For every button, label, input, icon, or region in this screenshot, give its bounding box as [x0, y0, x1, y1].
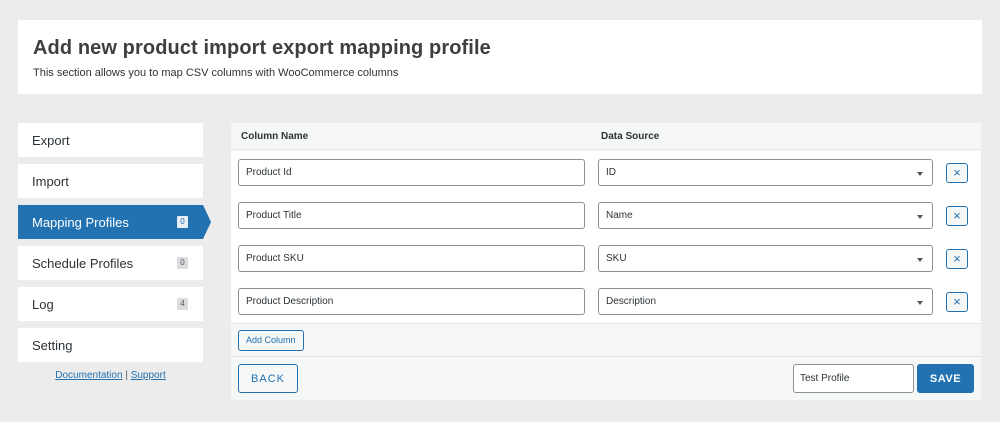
- selected-value: Name: [606, 210, 633, 221]
- data-source-header: Data Source: [601, 131, 660, 142]
- sidebar-item-label: Export: [32, 132, 70, 148]
- documentation-link[interactable]: Documentation: [55, 370, 122, 381]
- sidebar-item-setting[interactable]: Setting: [18, 328, 203, 362]
- sidebar-item-import[interactable]: Import: [18, 164, 203, 198]
- mapping-rows: ID × Name × SKU × Description: [231, 151, 981, 323]
- count-badge: 0: [177, 257, 188, 269]
- profile-name-input[interactable]: [793, 364, 914, 393]
- sidebar-links: Documentation | Support: [18, 370, 203, 381]
- column-name-header: Column Name: [241, 131, 309, 142]
- sidebar-item-export[interactable]: Export: [18, 123, 203, 157]
- count-badge: 0: [177, 216, 188, 228]
- selected-value: SKU: [606, 253, 627, 264]
- sidebar-nav: Export Import Mapping Profiles 0 Schedul…: [18, 123, 211, 369]
- save-button[interactable]: SAVE: [917, 364, 974, 393]
- column-name-input[interactable]: [238, 202, 585, 229]
- selected-value: ID: [606, 167, 616, 178]
- table-header: Column Name Data Source: [231, 123, 981, 150]
- data-source-select[interactable]: SKU: [598, 245, 933, 272]
- caret-down-icon: [917, 258, 923, 262]
- remove-row-button[interactable]: ×: [946, 249, 968, 269]
- back-button[interactable]: BACK: [238, 364, 298, 393]
- remove-row-button[interactable]: ×: [946, 206, 968, 226]
- selected-value: Description: [606, 296, 657, 307]
- sidebar-item-label: Log: [32, 296, 54, 312]
- data-source-select[interactable]: ID: [598, 159, 933, 186]
- table-row: Name ×: [231, 194, 981, 237]
- sidebar-item-log[interactable]: Log 4: [18, 287, 203, 321]
- table-row: Description ×: [231, 280, 981, 323]
- footer-actions: BACK SAVE: [231, 358, 981, 400]
- add-column-button[interactable]: Add Column: [238, 330, 304, 351]
- mapping-panel: Column Name Data Source ID × Name × SKU: [231, 123, 981, 400]
- sidebar-item-label: Mapping Profiles: [32, 214, 129, 230]
- column-name-input[interactable]: [238, 288, 585, 315]
- column-name-input[interactable]: [238, 245, 585, 272]
- sidebar-item-schedule-profiles[interactable]: Schedule Profiles 0: [18, 246, 203, 280]
- data-source-select[interactable]: Description: [598, 288, 933, 315]
- remove-row-button[interactable]: ×: [946, 163, 968, 183]
- table-row: ID ×: [231, 151, 981, 194]
- support-link[interactable]: Support: [131, 370, 166, 381]
- column-name-input[interactable]: [238, 159, 585, 186]
- caret-down-icon: [917, 215, 923, 219]
- table-row: SKU ×: [231, 237, 981, 280]
- remove-row-button[interactable]: ×: [946, 292, 968, 312]
- sidebar-item-label: Schedule Profiles: [32, 255, 134, 271]
- caret-down-icon: [917, 301, 923, 305]
- page-subtitle: This section allows you to map CSV colum…: [33, 67, 399, 79]
- sidebar-item-mapping-profiles[interactable]: Mapping Profiles 0: [18, 205, 211, 239]
- add-column-bar: Add Column: [231, 323, 981, 357]
- page-header: Add new product import export mapping pr…: [18, 20, 982, 94]
- link-separator: |: [125, 370, 128, 381]
- count-badge: 4: [177, 298, 188, 310]
- data-source-select[interactable]: Name: [598, 202, 933, 229]
- sidebar-item-label: Setting: [32, 337, 73, 353]
- page-title: Add new product import export mapping pr…: [33, 37, 491, 59]
- caret-down-icon: [917, 172, 923, 176]
- sidebar-item-label: Import: [32, 173, 69, 189]
